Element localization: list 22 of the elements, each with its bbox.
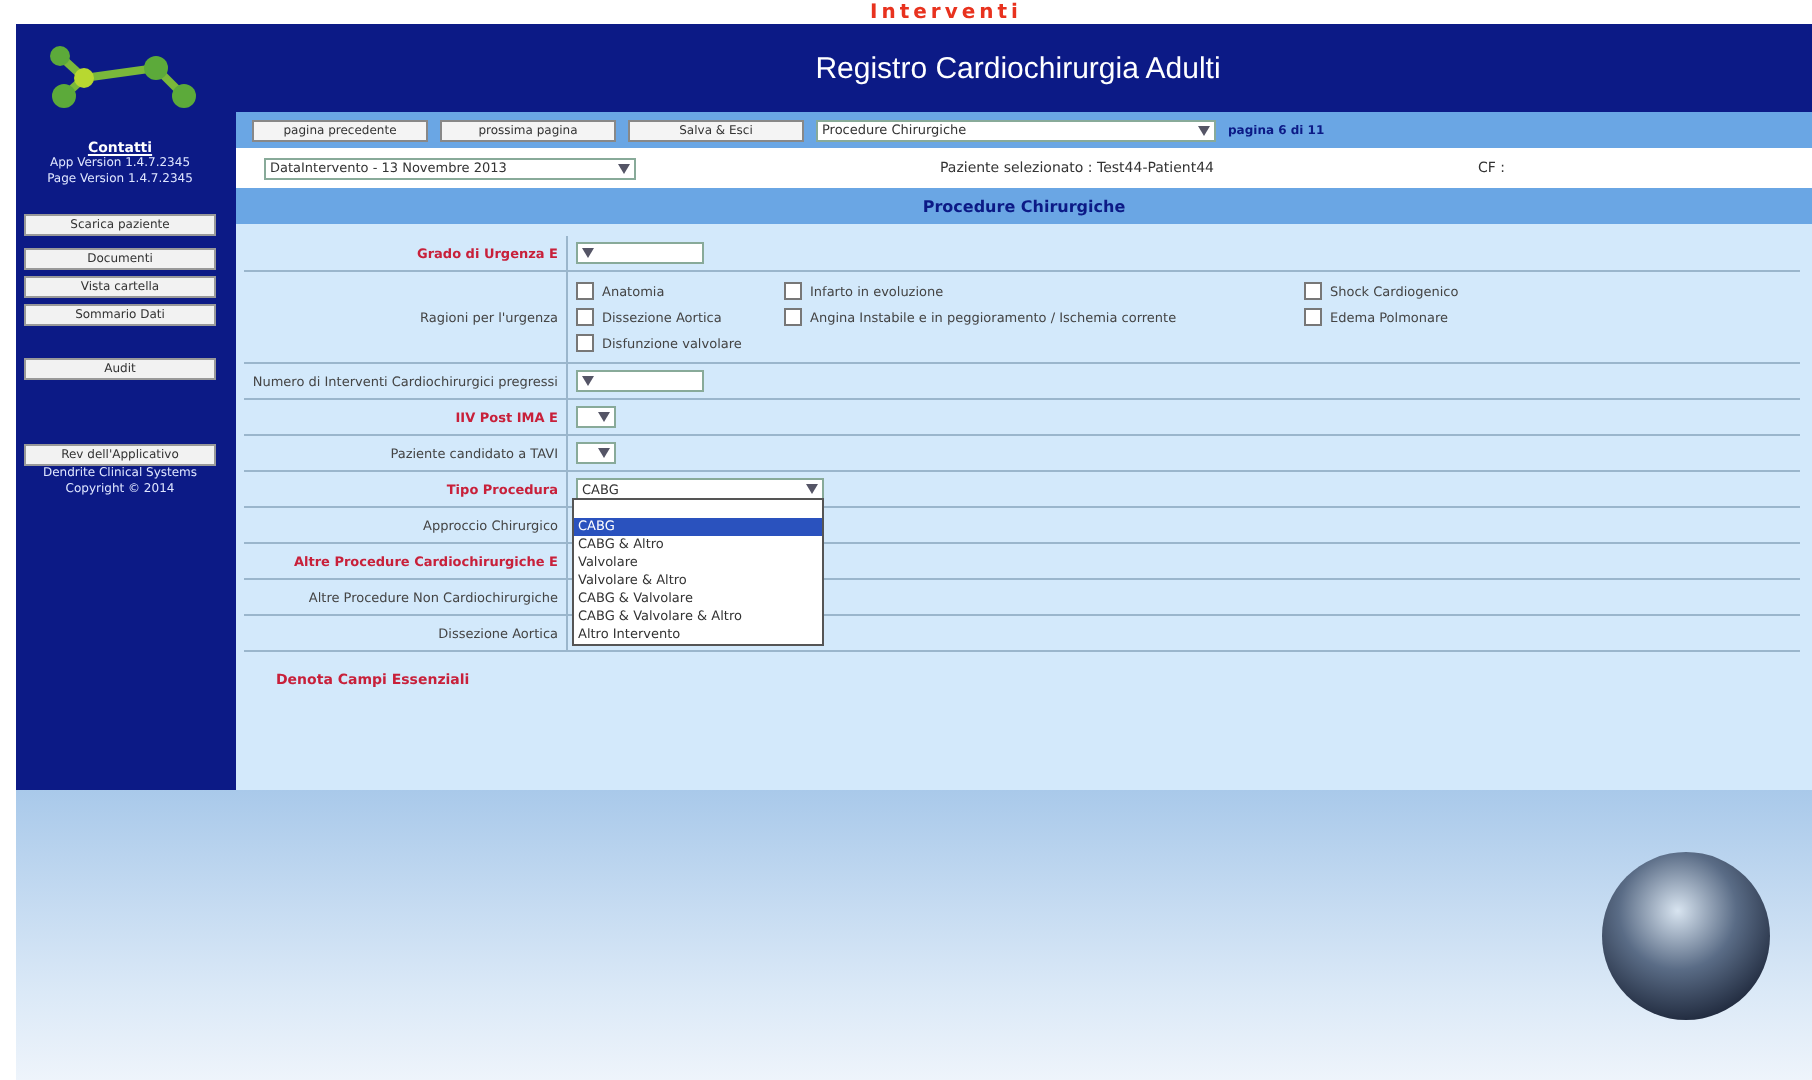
checkbox[interactable] <box>784 282 802 300</box>
checkbox[interactable] <box>1304 282 1322 300</box>
section-title: Procedure Chirurgiche <box>236 188 1812 224</box>
checkbox[interactable] <box>576 282 594 300</box>
dropdown-caret-icon <box>582 376 594 386</box>
app-title: Registro Cardiochirurgia Adulti <box>815 51 1221 85</box>
select-field[interactable] <box>576 442 616 464</box>
dropdown-caret-icon <box>598 412 610 422</box>
glossy-sphere-icon <box>1600 849 1772 1021</box>
dropdown-caret-icon <box>806 484 818 494</box>
dropdown-caret-icon <box>1198 125 1210 135</box>
banner-title: Interventi <box>870 4 1022 24</box>
checkbox[interactable] <box>576 308 594 326</box>
dropdown-caret-icon <box>598 448 610 458</box>
select-field[interactable] <box>576 406 616 428</box>
checkbox[interactable] <box>1304 308 1322 326</box>
checkbox[interactable] <box>784 308 802 326</box>
checkbox[interactable] <box>576 334 594 352</box>
dropdown-caret-icon <box>582 248 594 258</box>
select-field[interactable] <box>576 370 704 392</box>
dropdown-caret-icon <box>618 163 630 173</box>
select-field[interactable] <box>576 242 704 264</box>
